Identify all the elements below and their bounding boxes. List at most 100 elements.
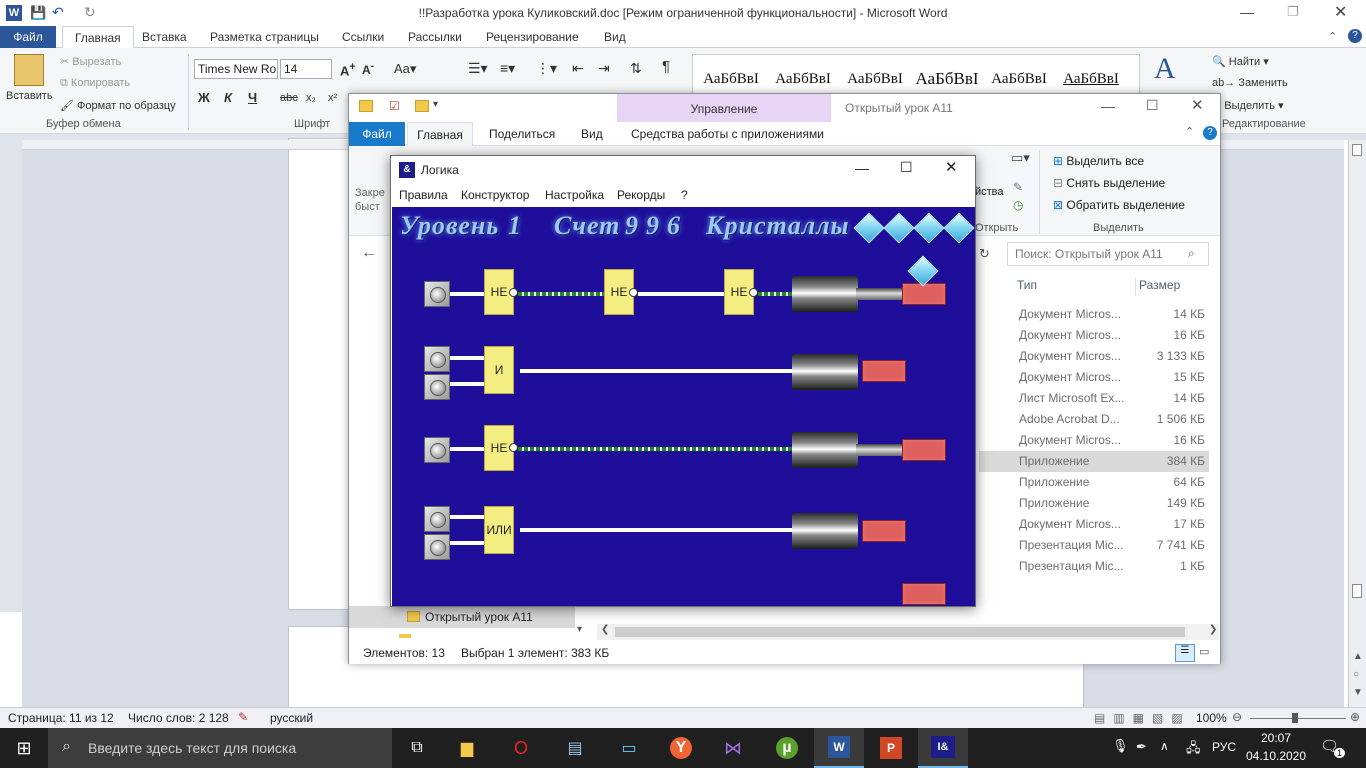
change-styles-icon[interactable]: A xyxy=(1154,52,1176,86)
file-row[interactable]: Лист Microsoft Ex... 14 КБ xyxy=(979,388,1209,409)
bullets-icon[interactable]: ☰▾ xyxy=(468,60,488,77)
app-taskbar-icon[interactable]: ▤ xyxy=(550,728,600,768)
properties-icon[interactable]: ☑ xyxy=(389,99,400,113)
explorer-tab-share[interactable]: Поделиться xyxy=(489,127,555,141)
language-indicator[interactable]: РУС xyxy=(1212,740,1236,754)
history-icon[interactable]: ◷ xyxy=(1013,198,1023,212)
input-switch[interactable] xyxy=(424,534,450,560)
file-row[interactable]: Документ Micros... 17 КБ xyxy=(979,514,1209,535)
underline-button[interactable]: Ч xyxy=(248,90,257,105)
input-switch[interactable] xyxy=(424,506,450,532)
column-divider[interactable] xyxy=(1135,278,1136,296)
task-view-icon[interactable]: ⧉ xyxy=(392,728,442,768)
file-row[interactable]: Презентация Mic... 7 741 КБ xyxy=(979,535,1209,556)
powerpoint-taskbar-icon[interactable]: P xyxy=(866,728,916,768)
explorer-tab-app-tools[interactable]: Средства работы с приложениями xyxy=(631,127,824,141)
calculator-taskbar-icon[interactable]: ▭ xyxy=(604,728,654,768)
network-icon[interactable]: 🖧 xyxy=(1186,739,1201,761)
logic-minimize-button[interactable]: — xyxy=(855,160,869,176)
file-row[interactable]: Документ Micros... 16 КБ xyxy=(979,325,1209,346)
superscript-button[interactable]: x² xyxy=(328,92,337,104)
grow-font-icon[interactable]: A+ xyxy=(340,61,356,78)
word-vertical-scrollbar[interactable]: ▲ ○ ▼ xyxy=(1348,140,1366,708)
language-indicator[interactable]: русский xyxy=(270,711,313,725)
file-row[interactable]: Документ Micros... 14 КБ xyxy=(979,304,1209,325)
scroll-thumb[interactable] xyxy=(1352,584,1362,598)
copy-button[interactable]: ⧉ Копировать xyxy=(60,77,130,90)
pen-icon[interactable]: ✒ xyxy=(1136,739,1147,755)
sort-icon[interactable]: ⇅ xyxy=(630,60,642,77)
customize-qat-icon[interactable]: ▾ xyxy=(433,99,438,110)
start-button[interactable]: ⊞ xyxy=(0,728,48,768)
column-size-header[interactable]: Размер xyxy=(1139,278,1180,292)
page-indicator[interactable]: Страница: 11 из 12 xyxy=(8,711,114,725)
explorer-tab-file[interactable]: Файл xyxy=(349,122,405,146)
change-case-icon[interactable]: Aa▾ xyxy=(394,61,416,77)
collapse-ribbon-icon[interactable]: ⌃ xyxy=(1328,30,1337,43)
explorer-minimize-button[interactable]: — xyxy=(1101,98,1115,114)
input-switch[interactable] xyxy=(424,374,450,400)
font-size-combo[interactable]: 14 xyxy=(280,59,332,79)
increase-indent-icon[interactable]: ⇥ xyxy=(598,60,610,77)
numbering-icon[interactable]: ≡▾ xyxy=(500,60,515,77)
explorer-help-icon[interactable]: ? xyxy=(1203,126,1217,140)
logic-taskbar-icon[interactable]: I& xyxy=(918,728,968,768)
explorer-tab-view[interactable]: Вид xyxy=(581,127,603,141)
paste-button[interactable]: Вставить xyxy=(6,90,53,102)
horizontal-scrollbar[interactable]: ❮ ❯ xyxy=(597,624,1219,640)
format-painter-button[interactable]: 🖌 Формат по образцу xyxy=(60,99,176,112)
file-row[interactable]: Презентация Mic... 1 КБ xyxy=(979,556,1209,577)
logic-close-button[interactable]: ✕ xyxy=(945,158,958,176)
invert-selection-button[interactable]: ⊠ Обратить выделение xyxy=(1053,198,1185,212)
word-count[interactable]: Число слов: 2 128 xyxy=(128,711,229,725)
select-all-button[interactable]: ⊞ Выделить все xyxy=(1053,154,1144,168)
proofing-icon[interactable]: ✎ xyxy=(238,710,248,724)
nav-item-selected[interactable]: Открытый урок А11 xyxy=(349,606,575,628)
edit-icon[interactable]: ✎ xyxy=(1013,180,1023,194)
large-icons-view-icon[interactable]: ▭ xyxy=(1199,645,1209,658)
taskbar-search-box[interactable]: ⌕ Введите здесь текст для поиска xyxy=(48,728,392,768)
zoom-slider[interactable] xyxy=(1250,718,1346,719)
find-button[interactable]: 🔍 Найти ▾ xyxy=(1212,55,1269,68)
logic-app-icon[interactable]: & xyxy=(399,162,415,178)
utorrent-taskbar-icon[interactable]: µ xyxy=(762,728,812,768)
input-switch[interactable] xyxy=(424,437,450,463)
tab-file[interactable]: Файл xyxy=(0,26,56,48)
tab-view[interactable]: Вид xyxy=(592,26,638,48)
refresh-icon[interactable]: ↻ xyxy=(979,246,990,262)
file-row[interactable]: Документ Micros... 16 КБ xyxy=(979,430,1209,451)
zoom-in-icon[interactable]: ⊕ xyxy=(1350,710,1360,724)
word-taskbar-icon[interactable]: W xyxy=(814,728,864,768)
subscript-button[interactable]: x₂ xyxy=(306,92,316,104)
select-none-button[interactable]: ⊟ Снять выделение xyxy=(1053,176,1165,190)
zoom-level[interactable]: 100% xyxy=(1196,711,1227,725)
menu-help[interactable]: ? xyxy=(681,188,688,202)
column-type-header[interactable]: Тип xyxy=(1017,278,1037,292)
browse-object-icons[interactable]: ▲ ○ ▼ xyxy=(1353,648,1363,702)
font-name-combo[interactable]: Times New Ro xyxy=(194,59,278,79)
microphone-icon[interactable]: 🎙 xyxy=(1112,738,1129,754)
close-button[interactable]: ✕ xyxy=(1334,2,1347,22)
scroll-right-icon[interactable]: ❯ xyxy=(1209,624,1217,635)
visual-studio-taskbar-icon[interactable]: ⋈ xyxy=(708,728,758,768)
strikethrough-button[interactable]: abc xyxy=(280,92,298,104)
view-buttons[interactable]: ▤▥▦▧▨ xyxy=(1094,711,1191,725)
explorer-tab-home[interactable]: Главная xyxy=(407,122,473,146)
menu-rules[interactable]: Правила xyxy=(399,188,448,202)
explorer-close-button[interactable]: ✕ xyxy=(1191,96,1204,114)
tab-review[interactable]: Рецензирование xyxy=(474,26,591,48)
file-row[interactable]: Приложение 64 КБ xyxy=(979,472,1209,493)
back-arrow-icon[interactable]: ← xyxy=(361,244,377,262)
clock-time[interactable]: 20:07 xyxy=(1248,731,1304,745)
paste-icon[interactable] xyxy=(14,54,44,86)
tab-home[interactable]: Главная xyxy=(62,26,134,48)
logic-maximize-button[interactable]: ☐ xyxy=(900,159,913,176)
tab-mailings[interactable]: Рассылки xyxy=(396,26,474,48)
file-row-selected[interactable]: Приложение 384 КБ xyxy=(979,451,1209,472)
scroll-left-icon[interactable]: ❮ xyxy=(601,624,609,635)
file-row[interactable]: Документ Micros... 3 133 КБ xyxy=(979,346,1209,367)
shrink-font-icon[interactable]: A- xyxy=(362,61,374,77)
explorer-collapse-icon[interactable]: ⌃ xyxy=(1185,125,1194,138)
cut-button[interactable]: ✂ Вырезать xyxy=(60,55,121,68)
explorer-search-box[interactable]: Поиск: Открытый урок А11 ⌕ xyxy=(1007,242,1209,266)
